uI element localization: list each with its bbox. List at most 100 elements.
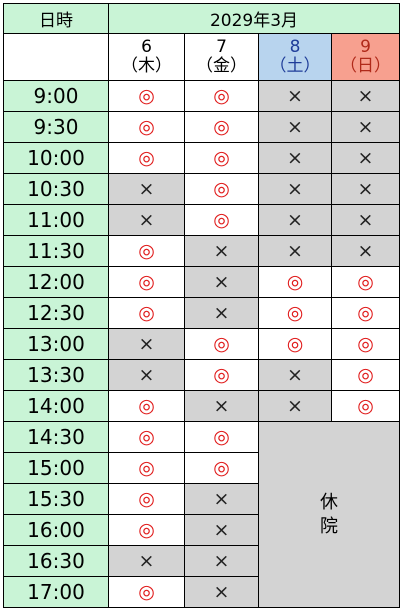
full-slot: × [258,204,332,236]
day-date: 6 [141,37,152,57]
day-header-8: 8 （土） [258,33,332,81]
time-slot-label: 14:00 [3,390,109,422]
appointment-schedule-table: 日時 2029年3月 6 （木） 7 （金） 8 （土） 9 （日） 9:00 ◎ ◎ × × 9:30… [3,3,400,608]
available-slot[interactable]: ◎ [108,111,185,143]
available-slot[interactable]: ◎ [108,142,185,174]
table-row: 14:00 ◎ × × ◎ [3,390,400,422]
full-slot: × [258,173,332,205]
time-slot-label: 10:00 [3,142,109,174]
table-row: 9:30 ◎ ◎ × × [3,111,400,143]
full-slot: × [184,390,259,422]
available-slot[interactable]: ◎ [258,328,332,360]
day-date: 7 [216,37,227,57]
available-slot[interactable]: ◎ [331,359,400,391]
available-slot[interactable]: ◎ [108,514,185,546]
available-slot[interactable]: ◎ [108,80,185,112]
available-slot[interactable]: ◎ [184,111,259,143]
time-column-header: 日時 [3,3,109,34]
available-slot[interactable]: ◎ [108,266,185,298]
available-slot[interactable]: ◎ [108,297,185,329]
available-slot[interactable]: ◎ [184,452,259,484]
time-slot-label: 16:00 [3,514,109,546]
available-slot[interactable]: ◎ [108,483,185,515]
table-row: 14:30 ◎ ◎ 休 院 [3,421,400,608]
time-slot-label: 14:30 [3,421,109,453]
available-slot[interactable]: ◎ [184,328,259,360]
time-slot-label: 15:30 [3,483,109,515]
time-slot-label: 17:00 [3,576,109,608]
time-slot-label: 9:30 [3,111,109,143]
full-slot: × [184,297,259,329]
available-slot[interactable]: ◎ [108,235,185,267]
full-slot: × [331,80,400,112]
day-weekday: （金） [196,56,247,76]
day-weekday: （日） [340,56,391,76]
available-slot[interactable]: ◎ [258,297,332,329]
full-slot: × [108,204,185,236]
time-slot-label: 16:30 [3,545,109,577]
full-slot: × [184,266,259,298]
day-date: 8 [289,37,301,57]
time-slot-label: 12:00 [3,266,109,298]
available-slot[interactable]: ◎ [108,421,185,453]
available-slot[interactable]: ◎ [108,390,185,422]
day-header-7: 7 （金） [184,33,259,81]
available-slot[interactable]: ◎ [331,328,400,360]
available-slot[interactable]: ◎ [258,266,332,298]
full-slot: × [184,514,259,546]
full-slot: × [184,576,259,608]
full-slot: × [184,483,259,515]
closed-notice: 休 院 [258,421,400,608]
table-row: 10:30 × ◎ × × [3,173,400,205]
available-slot[interactable]: ◎ [184,421,259,453]
day-header-6: 6 （木） [108,33,185,81]
full-slot: × [331,204,400,236]
available-slot[interactable]: ◎ [184,359,259,391]
table-row: 13:00 × ◎ ◎ ◎ [3,328,400,360]
month-header: 2029年3月 [108,3,400,34]
full-slot: × [258,142,332,174]
time-slot-label: 9:00 [3,80,109,112]
table-row: 12:30 ◎ × ◎ ◎ [3,297,400,329]
available-slot[interactable]: ◎ [184,204,259,236]
full-slot: × [108,328,185,360]
full-slot: × [258,359,332,391]
table-row: 11:30 ◎ × × × [3,235,400,267]
available-slot[interactable]: ◎ [331,266,400,298]
time-slot-label: 11:30 [3,235,109,267]
day-weekday: （木） [121,56,172,76]
available-slot[interactable]: ◎ [108,452,185,484]
day-date: 9 [360,37,371,57]
time-slot-label: 11:00 [3,204,109,236]
full-slot: × [331,235,400,267]
available-slot[interactable]: ◎ [184,80,259,112]
full-slot: × [184,545,259,577]
time-slot-label: 12:30 [3,297,109,329]
table-row: 11:00 × ◎ × × [3,204,400,236]
day-weekday: （土） [269,56,321,76]
header-blank-cell [3,33,109,81]
available-slot[interactable]: ◎ [331,390,400,422]
table-row: 10:00 ◎ ◎ × × [3,142,400,174]
day-header-9: 9 （日） [331,33,400,81]
available-slot[interactable]: ◎ [184,142,259,174]
full-slot: × [331,142,400,174]
full-slot: × [258,235,332,267]
time-slot-label: 15:00 [3,452,109,484]
full-slot: × [108,359,185,391]
available-slot[interactable]: ◎ [331,297,400,329]
full-slot: × [258,390,332,422]
table-row: 13:30 × ◎ × ◎ [3,359,400,391]
time-slot-label: 13:00 [3,328,109,360]
time-slot-label: 10:30 [3,173,109,205]
time-slot-label: 13:30 [3,359,109,391]
full-slot: × [258,80,332,112]
full-slot: × [331,111,400,143]
full-slot: × [258,111,332,143]
table-row: 12:00 ◎ × ◎ ◎ [3,266,400,298]
available-slot[interactable]: ◎ [108,576,185,608]
available-slot[interactable]: ◎ [184,173,259,205]
full-slot: × [108,545,185,577]
full-slot: × [184,235,259,267]
full-slot: × [108,173,185,205]
